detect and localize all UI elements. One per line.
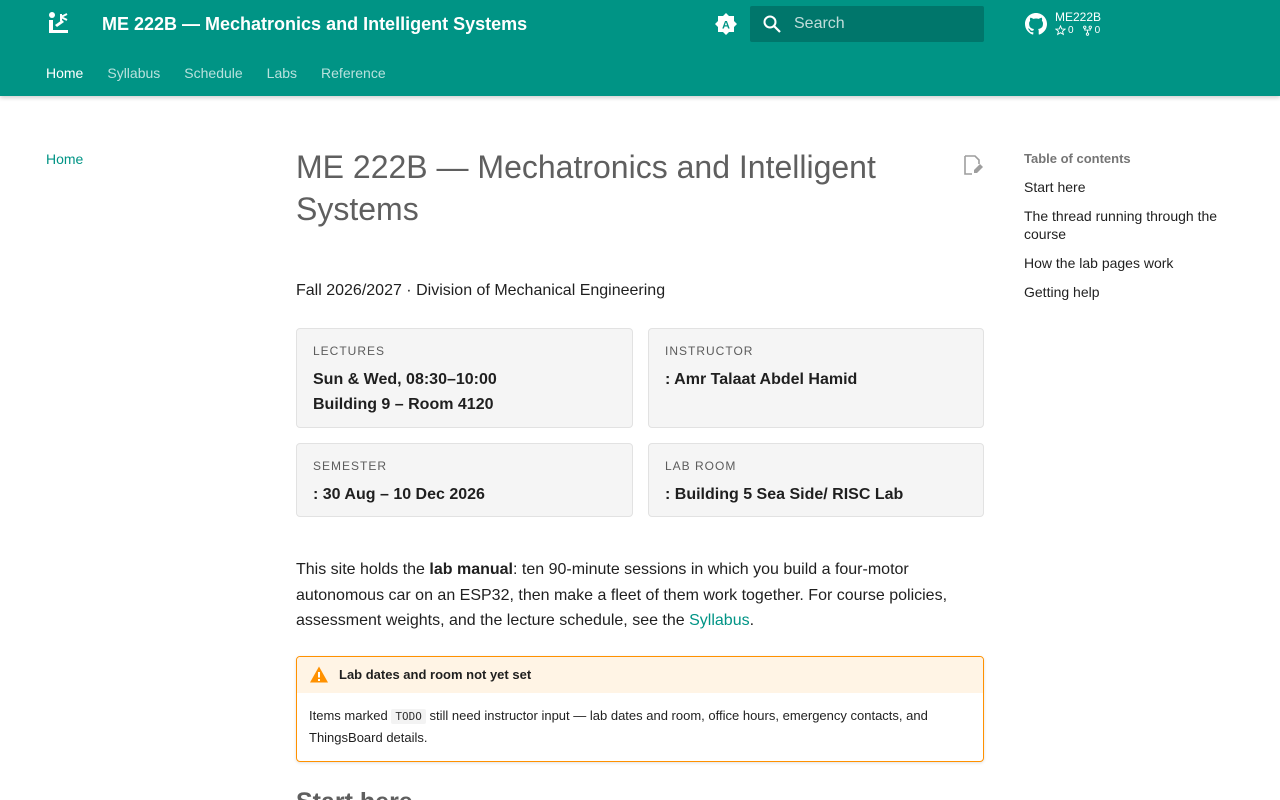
intro-text: This site holds the	[296, 561, 430, 578]
tab-home[interactable]: Home	[46, 64, 83, 82]
info-card-semester: SEMESTER : 30 Aug – 10 Dec 2026	[296, 443, 633, 517]
intro-bold: lab manual	[429, 561, 513, 578]
card-value-line: Sun & Wed, 08:30–10:00	[313, 371, 497, 388]
tab-reference[interactable]: Reference	[321, 64, 386, 82]
main-content: ME 222B — Mechatronics and Intelligent S…	[296, 146, 984, 762]
admonition-body: Items marked TODO still need instructor …	[297, 693, 983, 761]
tab-syllabus[interactable]: Syllabus	[107, 64, 160, 82]
info-card-instructor: INSTRUCTOR : Amr Talaat Abdel Hamid	[648, 328, 984, 428]
todo-code: TODO	[391, 708, 426, 724]
card-label: LAB ROOM	[665, 459, 737, 473]
search-box[interactable]	[750, 6, 984, 42]
section-heading-start-here: Start here	[296, 788, 413, 800]
admonition-header: Lab dates and room not yet set	[297, 656, 983, 693]
admonition-title: Lab dates and room not yet set	[339, 667, 532, 682]
course-subtitle: Fall 2026/2027 · Division of Mechanical …	[296, 282, 666, 299]
repo-facts: 0 0	[1055, 25, 1100, 36]
toc-title: Table of contents	[1024, 151, 1131, 166]
card-value: Sun & Wed, 08:30–10:00 Building 9 – Room…	[313, 367, 616, 417]
card-value: : 30 Aug – 10 Dec 2026	[313, 482, 616, 507]
intro-text: .	[749, 612, 755, 629]
repo-stars: 0	[1055, 25, 1074, 36]
repo-forks-count: 0	[1094, 25, 1101, 36]
site-logo-icon[interactable]	[46, 11, 72, 37]
card-value-line: : Amr Talaat Abdel Hamid	[665, 371, 858, 388]
search-input[interactable]	[794, 6, 974, 42]
color-palette-toggle-icon[interactable]: A	[714, 12, 738, 36]
info-card-lab-room: LAB ROOM : Building 5 Sea Side/ RISC Lab	[648, 443, 984, 517]
table-of-contents: Table of contents Start here The thread …	[1024, 151, 1244, 301]
nav-item-home[interactable]: Home	[46, 151, 83, 167]
page-title: ME 222B — Mechatronics and Intelligent S…	[296, 149, 876, 227]
fork-icon	[1082, 25, 1092, 36]
top-tabs: Home Syllabus Schedule Labs Reference	[46, 64, 386, 82]
repo-forks: 0	[1082, 25, 1101, 36]
info-card-lectures: LECTURES Sun & Wed, 08:30–10:00 Building…	[296, 328, 633, 428]
svg-text:A: A	[722, 20, 730, 32]
info-cards: LECTURES Sun & Wed, 08:30–10:00 Building…	[296, 328, 984, 517]
search-icon	[763, 15, 781, 33]
left-navigation: Home	[46, 151, 83, 169]
repo-stars-count: 0	[1068, 25, 1074, 36]
toc-item-start-here[interactable]: Start here	[1024, 178, 1244, 196]
github-icon	[1025, 13, 1047, 35]
warning-admonition: Lab dates and room not yet set Items mar…	[296, 655, 984, 762]
card-label: SEMESTER	[313, 459, 388, 473]
edit-page-icon[interactable]	[962, 154, 984, 176]
card-value-line: : 30 Aug – 10 Dec 2026	[313, 486, 485, 503]
repo-name: ME222B	[1055, 10, 1102, 24]
site-title[interactable]: ME 222B — Mechatronics and Intelligent S…	[102, 13, 527, 35]
card-value: : Building 5 Sea Side/ RISC Lab	[665, 482, 967, 507]
admonition-text: Items marked	[309, 707, 392, 723]
toc-item-thread[interactable]: The thread running through the course	[1024, 207, 1244, 243]
tab-labs[interactable]: Labs	[267, 64, 297, 82]
toc-item-getting-help[interactable]: Getting help	[1024, 283, 1244, 301]
toc-item-lab-pages[interactable]: How the lab pages work	[1024, 254, 1244, 272]
intro-paragraph: This site holds the lab manual: ten 90-m…	[296, 557, 984, 634]
card-label: INSTRUCTOR	[665, 344, 754, 358]
site-header: ME 222B — Mechatronics and Intelligent S…	[0, 0, 1280, 96]
card-value-line: : Building 5 Sea Side/ RISC Lab	[665, 486, 904, 503]
warning-icon	[310, 666, 328, 682]
tab-schedule[interactable]: Schedule	[184, 64, 242, 82]
star-icon	[1055, 25, 1066, 36]
card-label: LECTURES	[313, 344, 386, 358]
card-value: : Amr Talaat Abdel Hamid	[665, 367, 967, 392]
syllabus-link[interactable]: Syllabus	[689, 612, 749, 629]
card-value-line: Building 9 – Room 4120	[313, 396, 494, 413]
